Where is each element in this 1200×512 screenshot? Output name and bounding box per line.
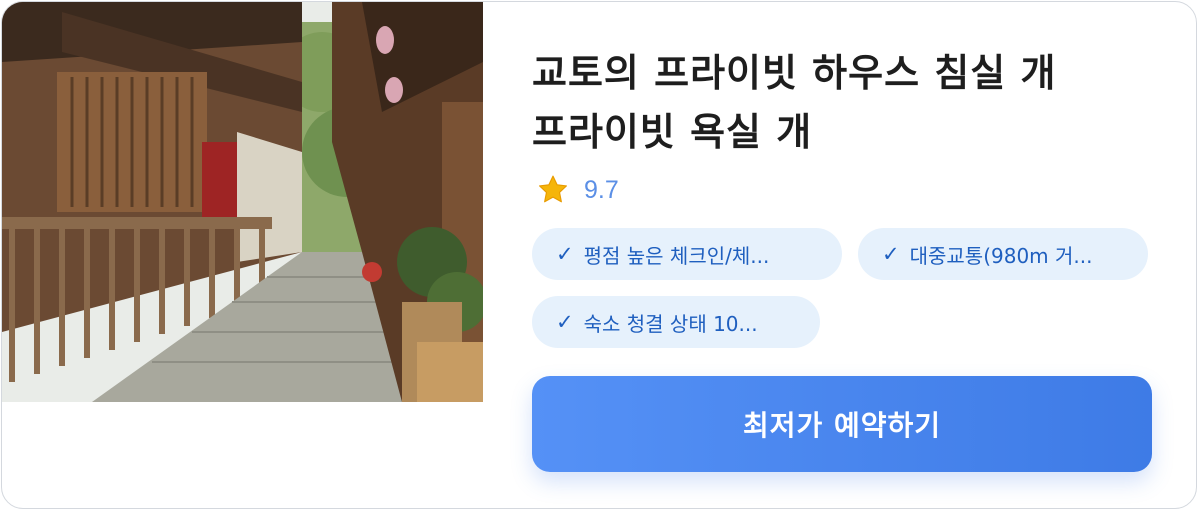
listing-title-line2: 프라이빗 욕실 개 bbox=[532, 110, 813, 154]
listing-photo[interactable] bbox=[2, 2, 483, 402]
highlight-chip-checkin[interactable]: ✓ 평점 높은 체크인/체... bbox=[532, 228, 842, 280]
highlight-chip-transit[interactable]: ✓ 대중교통(980m 거... bbox=[858, 228, 1148, 280]
highlight-label: 평점 높은 체크인/체... bbox=[583, 243, 770, 268]
check-mark-icon: ✓ bbox=[882, 242, 900, 266]
listing-card[interactable]: 교토의 프라이빗 하우스 침실 개 프라이빗 욕실 개 9.7 ✓ 평점 높은 … bbox=[1, 1, 1197, 509]
highlight-chip-cleanliness[interactable]: ✓ 숙소 청결 상태 10... bbox=[532, 296, 820, 348]
listing-title: 교토의 프라이빗 하우스 침실 개 프라이빗 욕실 개 bbox=[532, 44, 1152, 162]
highlight-label: 숙소 청결 상태 10... bbox=[583, 311, 758, 336]
rating-value: 9.7 bbox=[584, 175, 619, 204]
check-mark-icon: ✓ bbox=[556, 242, 574, 266]
check-mark-icon: ✓ bbox=[556, 310, 574, 334]
alley-photo-illustration bbox=[2, 2, 483, 402]
highlight-label: 대중교통(980m 거... bbox=[909, 243, 1093, 268]
star-icon bbox=[538, 175, 568, 203]
listing-title-line1: 교토의 프라이빗 하우스 침실 개 bbox=[532, 51, 1057, 95]
book-lowest-price-button[interactable]: 최저가 예약하기 bbox=[532, 376, 1152, 472]
rating: 9.7 bbox=[536, 170, 619, 210]
